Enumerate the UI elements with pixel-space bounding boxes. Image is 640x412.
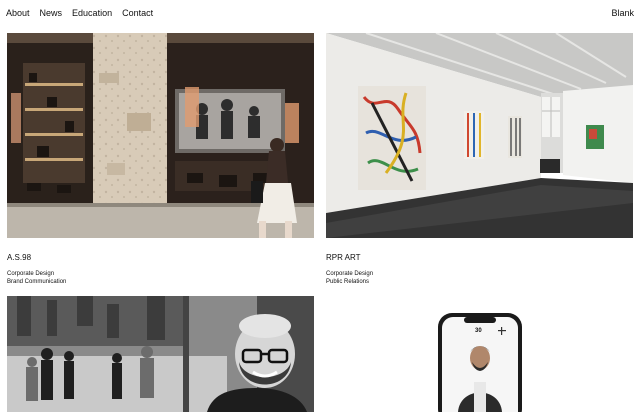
- project-tag: Brand Communication: [7, 279, 67, 285]
- project-title[interactable]: A.S.98: [7, 253, 66, 262]
- project-image-phone[interactable]: 30: [326, 296, 633, 412]
- nav-contact[interactable]: Contact: [122, 8, 153, 18]
- project-image-as98[interactable]: [7, 33, 314, 238]
- nav-education[interactable]: Education: [72, 8, 112, 18]
- project-tag: Corporate Design: [7, 271, 55, 277]
- project-tag: Public Relations: [326, 279, 370, 285]
- project-image-portrait[interactable]: [7, 296, 314, 412]
- brand-logo[interactable]: Blank: [611, 8, 634, 18]
- project-caption-rprart: RPR ART Corporate Design Public Relation…: [326, 253, 373, 286]
- phone-badge: 30: [475, 328, 482, 334]
- project-caption-as98: A.S.98 Corporate Design Brand Communicat…: [7, 253, 66, 286]
- main-nav: About News Education Contact: [6, 8, 153, 18]
- project-image-rprart[interactable]: [326, 33, 633, 238]
- project-tag: Corporate Design: [326, 271, 374, 277]
- nav-about[interactable]: About: [6, 8, 30, 18]
- nav-news[interactable]: News: [40, 8, 63, 18]
- project-title[interactable]: RPR ART: [326, 253, 373, 262]
